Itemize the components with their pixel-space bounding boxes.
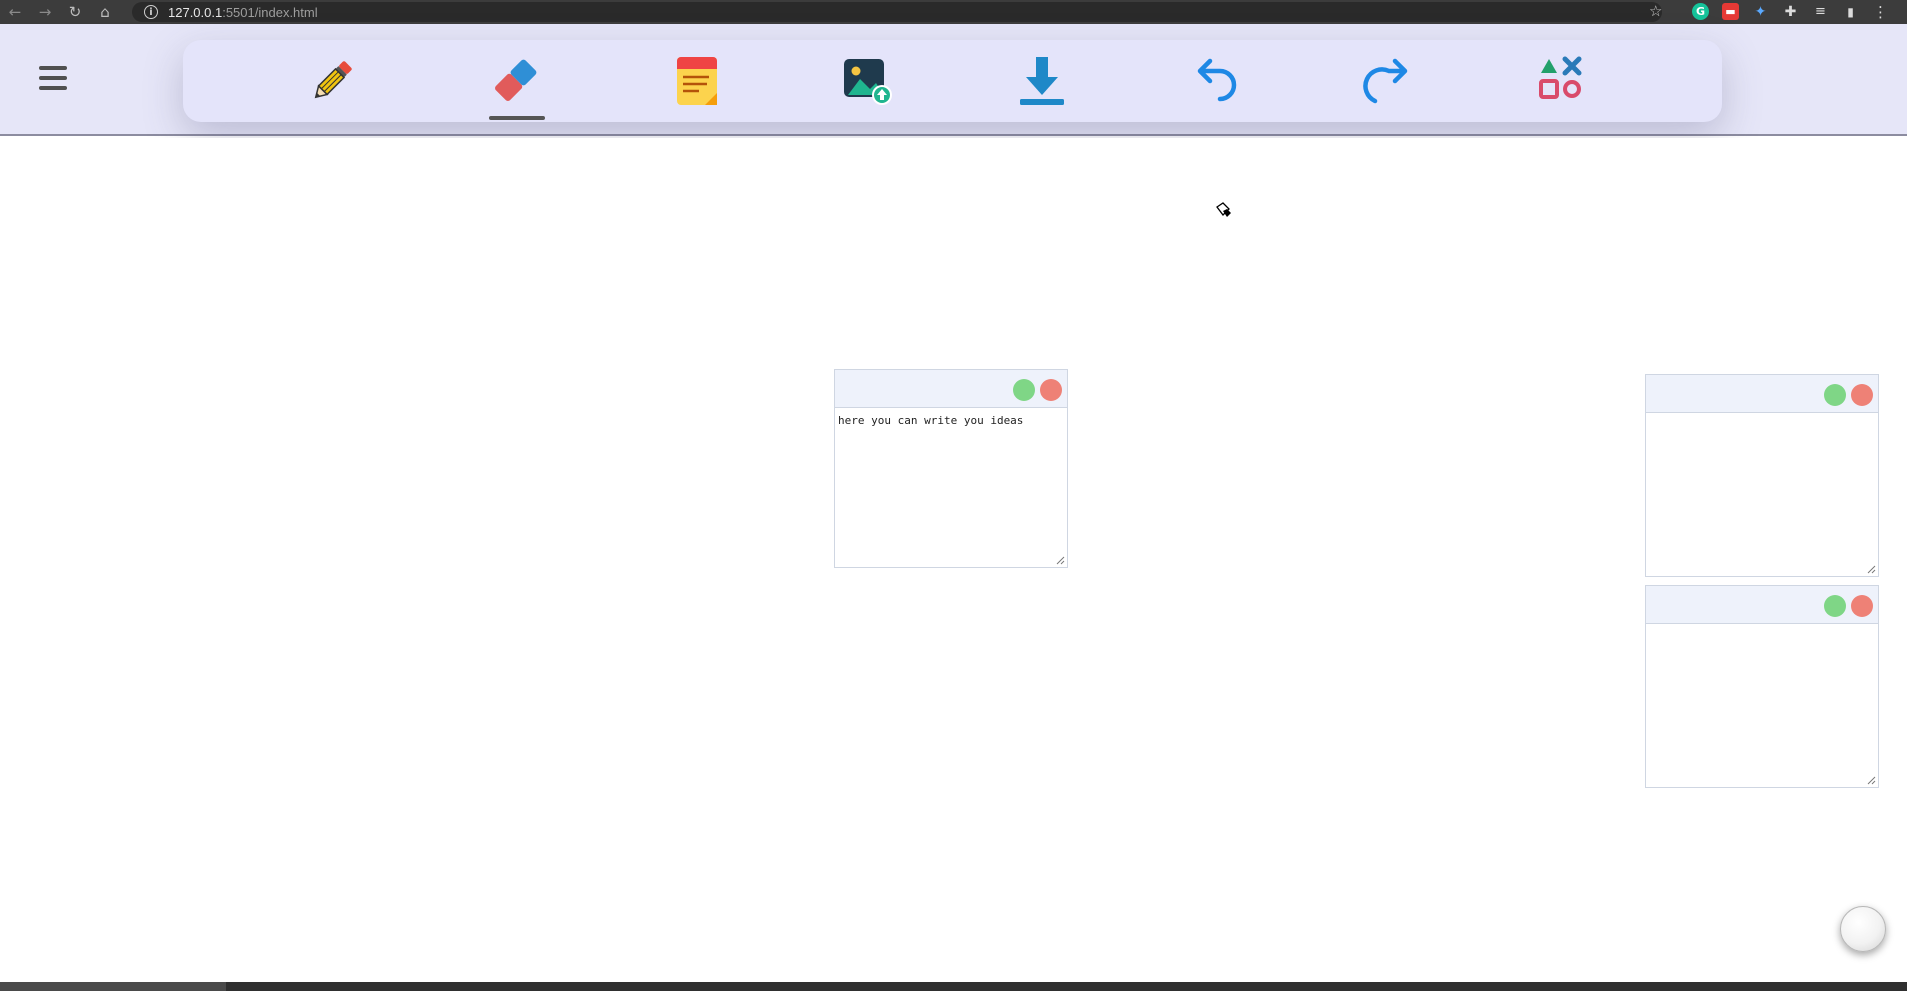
note-save-button[interactable] [1824, 595, 1846, 617]
extension-icons: G ▬ ✦ ✚ ≡ ▮ ⋮ [1692, 3, 1889, 21]
note-header[interactable] [1646, 375, 1878, 413]
grammarly-icon[interactable]: G [1692, 3, 1709, 20]
sticky-note[interactable] [1645, 374, 1879, 577]
menu-dots-icon[interactable]: ⋮ [1872, 3, 1889, 21]
hamburger-menu-icon[interactable] [39, 66, 67, 90]
upload-image-tool-button[interactable] [838, 50, 898, 112]
eraser-cursor-icon [1216, 202, 1231, 217]
url-path: :5501/index.html [222, 4, 318, 20]
reload-icon[interactable]: ↻ [60, 0, 90, 24]
note-header[interactable] [835, 370, 1067, 408]
note-close-button[interactable] [1851, 595, 1873, 617]
resize-grip-icon[interactable] [1056, 556, 1065, 565]
forward-arrow-icon[interactable]: → [30, 0, 60, 24]
star-icon[interactable]: ☆ [1649, 2, 1662, 20]
url-text: 127.0.0.1:5501/index.html [168, 5, 318, 20]
sticky-note[interactable] [1645, 585, 1879, 788]
info-icon[interactable]: i [144, 5, 158, 19]
pencil-icon [314, 61, 352, 99]
note-textarea[interactable] [1646, 624, 1878, 787]
tool-toolbar [183, 40, 1722, 122]
eraser-tool-button[interactable] [485, 50, 545, 120]
bottom-bar [0, 982, 1907, 991]
bottom-bar-segment [0, 982, 226, 991]
undo-icon [1197, 58, 1237, 102]
download-tool-button[interactable] [1012, 50, 1072, 112]
home-icon[interactable]: ⌂ [90, 0, 120, 24]
note-header[interactable] [1646, 586, 1878, 624]
sticky-note-icon [677, 57, 717, 105]
profile-icon[interactable]: ▮ [1842, 3, 1859, 20]
note-save-button[interactable] [1013, 379, 1035, 401]
undo-tool-button[interactable] [1186, 50, 1246, 112]
resize-grip-icon[interactable] [1867, 565, 1876, 574]
image-upload-icon [844, 59, 892, 105]
shapes-icon [1539, 56, 1582, 99]
note-close-button[interactable] [1851, 384, 1873, 406]
puzzle-icon[interactable]: ✚ [1782, 3, 1799, 20]
url-host: 127.0.0.1 [168, 4, 223, 20]
back-arrow-icon[interactable]: ← [0, 0, 30, 24]
sticky-note[interactable]: here you can write you ideas [834, 369, 1068, 568]
blue-extension-icon[interactable]: ✦ [1752, 3, 1769, 20]
app-header [0, 24, 1907, 136]
note-save-button[interactable] [1824, 384, 1846, 406]
sticky-note-tool-button[interactable] [667, 50, 727, 112]
eraser-icon [495, 59, 537, 101]
redo-tool-button[interactable] [1359, 50, 1419, 112]
note-textarea[interactable] [1646, 413, 1878, 576]
note-close-button[interactable] [1040, 379, 1062, 401]
drawing-canvas[interactable]: here you can write you ideas [0, 138, 1907, 982]
active-tool-indicator [489, 116, 545, 120]
pencil-tool-button[interactable] [302, 50, 362, 112]
browser-toolbar: ← → ↻ ⌂ i 127.0.0.1:5501/index.html ☆ G … [0, 0, 1907, 24]
address-bar[interactable]: i 127.0.0.1:5501/index.html [132, 2, 1662, 22]
download-icon [1020, 57, 1064, 105]
note-textarea[interactable]: here you can write you ideas [835, 408, 1067, 567]
shapes-tool-button[interactable] [1533, 50, 1593, 112]
redo-icon [1363, 58, 1408, 104]
red-extension-icon[interactable]: ▬ [1722, 3, 1739, 20]
floating-action-button[interactable] [1840, 906, 1886, 952]
media-icon[interactable]: ≡ [1812, 3, 1829, 20]
resize-grip-icon[interactable] [1867, 776, 1876, 785]
